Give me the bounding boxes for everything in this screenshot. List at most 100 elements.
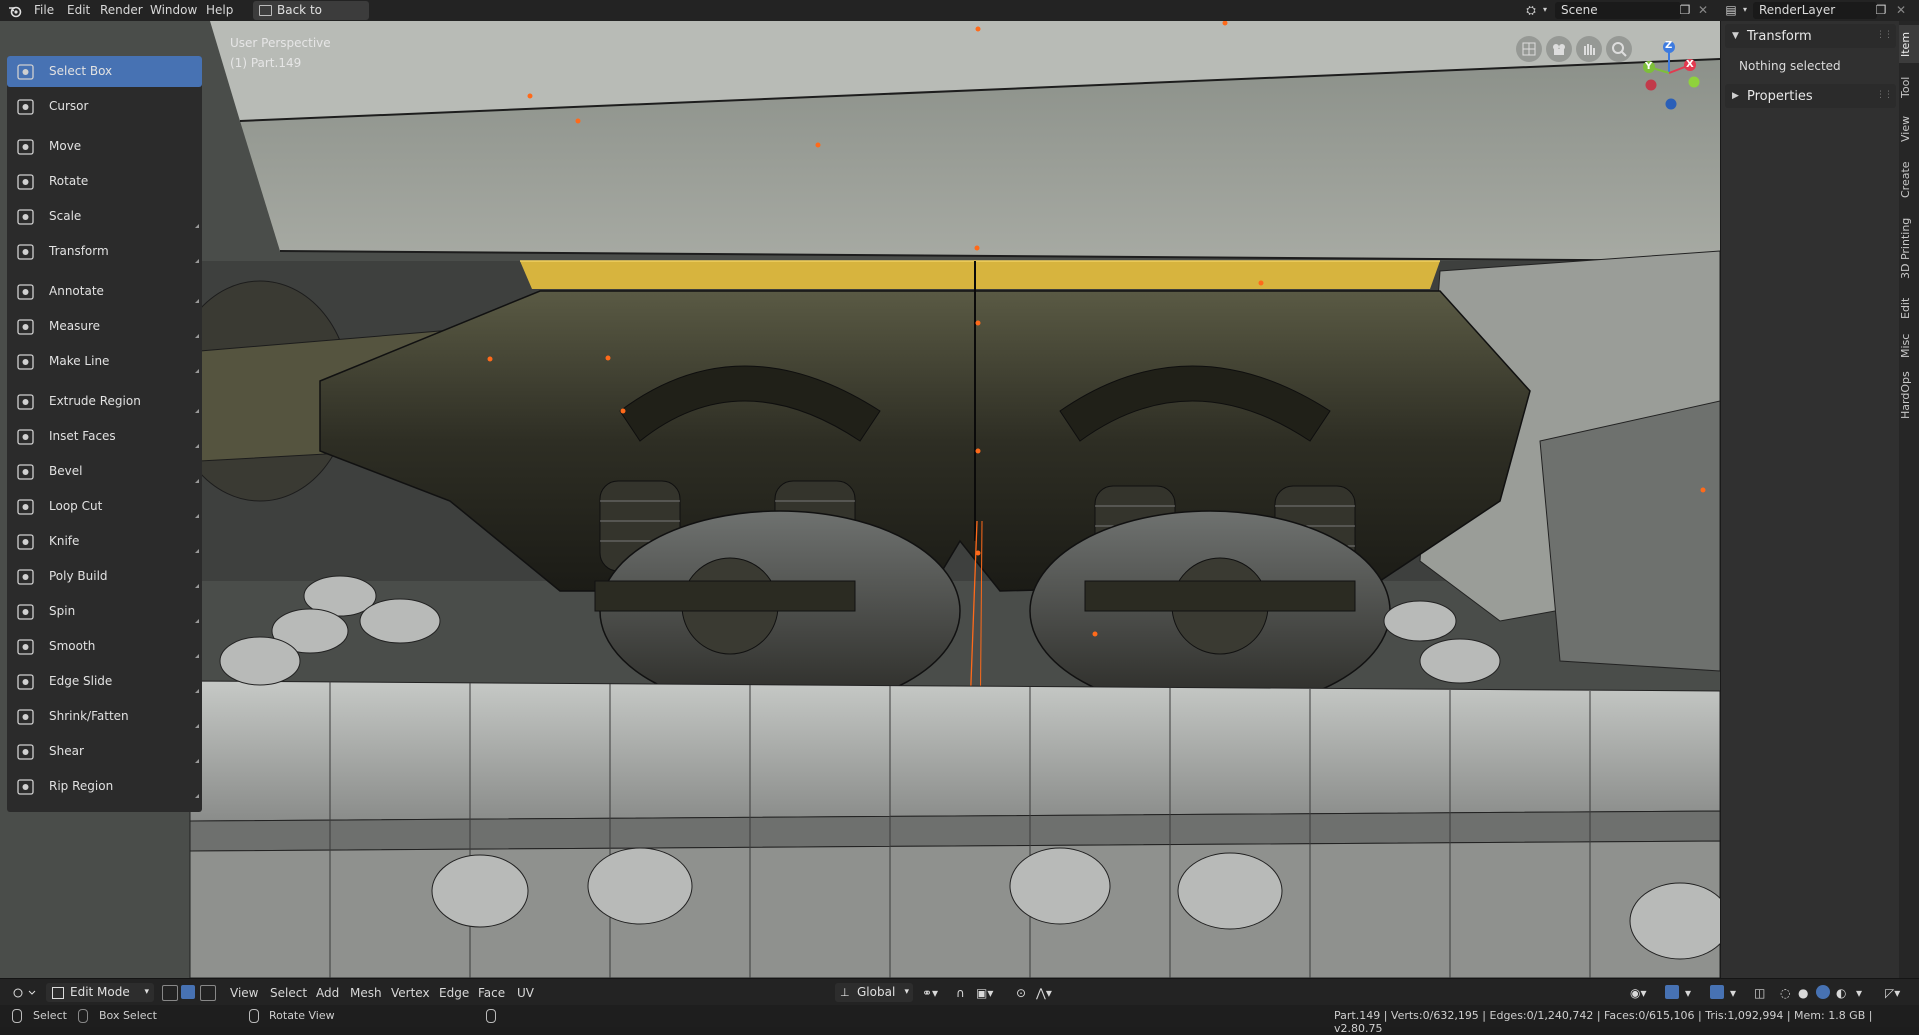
tool-variants-indicator-icon[interactable] <box>195 724 199 728</box>
material-preview-shading-button[interactable] <box>1816 985 1830 999</box>
tool-inset-faces[interactable]: Inset Faces <box>7 421 202 452</box>
blender-logo-icon[interactable] <box>8 4 22 18</box>
tool-variants-indicator-icon[interactable] <box>195 334 199 338</box>
toggle-grid-view-button[interactable] <box>1516 36 1542 62</box>
tool-variants-indicator-icon[interactable] <box>195 514 199 518</box>
menu-help[interactable]: Help <box>206 3 233 17</box>
tool-loop-cut[interactable]: Loop Cut <box>7 491 202 522</box>
tab-item[interactable]: Item <box>1899 25 1919 63</box>
solid-shading-icon[interactable]: ● <box>1798 986 1808 1000</box>
transform-orientation-selector[interactable]: ⊥ Global ▾ <box>835 983 913 1002</box>
proportional-editing-icon[interactable]: ⊙ <box>1016 986 1026 1000</box>
tool-scale[interactable]: Scale <box>7 201 202 232</box>
back-to-previous-button[interactable]: Back to Previous <box>253 1 369 36</box>
tool-annotate[interactable]: Annotate <box>7 276 202 307</box>
transform-panel-header[interactable]: ▼ Transform ⋮⋮ <box>1725 24 1896 48</box>
wireframe-shading-icon[interactable]: ◌ <box>1780 986 1790 1000</box>
tool-select-box[interactable]: Select Box <box>7 56 202 87</box>
tool-smooth[interactable]: Smooth <box>7 631 202 662</box>
tool-variants-indicator-icon[interactable] <box>195 549 199 553</box>
menu-select[interactable]: Select <box>270 986 307 1000</box>
tool-spin[interactable]: Spin <box>7 596 202 627</box>
tab-edit[interactable]: Edit <box>1899 291 1919 325</box>
editor-type-selector[interactable] <box>8 983 38 1002</box>
shading-dropdown-icon[interactable]: ▾ <box>1856 986 1862 1000</box>
tool-variants-indicator-icon[interactable] <box>195 794 199 798</box>
menu-uv[interactable]: UV <box>517 986 534 1000</box>
menu-window[interactable]: Window <box>150 3 197 17</box>
tool-make-line[interactable]: Make Line <box>7 346 202 377</box>
delete-render-layer-icon[interactable]: ✕ <box>1894 3 1908 17</box>
tool-variants-indicator-icon[interactable] <box>195 299 199 303</box>
tool-variants-indicator-icon[interactable] <box>195 369 199 373</box>
snap-target-icon[interactable]: ▣▾ <box>976 986 993 1000</box>
new-render-layer-icon[interactable]: ❐ <box>1874 3 1888 17</box>
gizmo-dropdown-icon[interactable]: ▾ <box>1685 986 1691 1000</box>
menu-view[interactable]: View <box>230 986 258 1000</box>
pivot-point-icon[interactable]: ⚭▾ <box>922 986 938 1000</box>
vertex-select-mode-button[interactable] <box>162 985 178 1001</box>
panel-drag-grip-icon[interactable]: ⋮⋮ <box>1876 30 1893 40</box>
falloff-curve-icon[interactable]: ⋀▾ <box>1036 986 1052 1000</box>
mode-selector[interactable]: Edit Mode ▾ <box>46 983 154 1002</box>
tab-tool[interactable]: Tool <box>1899 69 1919 105</box>
tool-rotate[interactable]: Rotate <box>7 166 202 197</box>
new-scene-icon[interactable]: ❐ <box>1678 3 1692 17</box>
menu-file[interactable]: File <box>34 3 54 17</box>
scene-field[interactable]: Scene <box>1555 2 1681 19</box>
editor-split-icon[interactable]: ◸▾ <box>1885 986 1900 1000</box>
tool-variants-indicator-icon[interactable] <box>195 759 199 763</box>
show-gizmo-button[interactable] <box>1665 985 1679 999</box>
tool-transform[interactable]: Transform <box>7 236 202 267</box>
menu-add[interactable]: Add <box>316 986 339 1000</box>
rendered-shading-icon[interactable]: ◐ <box>1836 986 1846 1000</box>
tool-cursor[interactable]: Cursor <box>7 91 202 122</box>
3d-viewport[interactable]: User Perspective (1) Part.149 Z X Y Sele… <box>0 21 1720 978</box>
menu-face[interactable]: Face <box>478 986 505 1000</box>
tool-edge-slide[interactable]: Edge Slide <box>7 666 202 697</box>
tool-variants-indicator-icon[interactable] <box>195 654 199 658</box>
visibility-eye-icon[interactable]: ◉▾ <box>1630 986 1647 1000</box>
tool-poly-build[interactable]: Poly Build <box>7 561 202 592</box>
tool-variants-indicator-icon[interactable] <box>195 584 199 588</box>
tool-variants-indicator-icon[interactable] <box>195 619 199 623</box>
render-layer-dropdown-icon[interactable]: ▾ <box>1738 3 1752 17</box>
menu-mesh[interactable]: Mesh <box>350 986 382 1000</box>
tab-misc[interactable]: Misc <box>1899 329 1919 363</box>
delete-scene-icon[interactable]: ✕ <box>1696 3 1710 17</box>
tool-variants-indicator-icon[interactable] <box>195 689 199 693</box>
navigation-gizmo[interactable]: Z X Y <box>1628 33 1708 133</box>
tool-variants-indicator-icon[interactable] <box>195 479 199 483</box>
tab-hardops[interactable]: HardOps <box>1899 367 1919 423</box>
show-overlays-button[interactable] <box>1710 985 1724 999</box>
tool-rip-region[interactable]: Rip Region <box>7 771 202 802</box>
tool-variants-indicator-icon[interactable] <box>195 409 199 413</box>
tab-view[interactable]: View <box>1899 109 1919 149</box>
tool-move[interactable]: Move <box>7 131 202 162</box>
tool-bevel[interactable]: Bevel <box>7 456 202 487</box>
tab-create[interactable]: Create <box>1899 154 1919 206</box>
menu-render[interactable]: Render <box>100 3 143 17</box>
tool-knife[interactable]: Knife <box>7 526 202 557</box>
render-layer-field[interactable]: RenderLayer <box>1753 2 1877 19</box>
panel-drag-grip-icon[interactable]: ⋮⋮ <box>1876 90 1893 100</box>
menu-edge[interactable]: Edge <box>439 986 469 1000</box>
camera-view-button[interactable] <box>1546 36 1572 62</box>
overlays-dropdown-icon[interactable]: ▾ <box>1730 986 1736 1000</box>
tool-variants-indicator-icon[interactable] <box>195 259 199 263</box>
tool-variants-indicator-icon[interactable] <box>195 224 199 228</box>
snap-magnet-icon[interactable]: ∩ <box>956 986 965 1000</box>
tool-shrink-fatten[interactable]: Shrink/Fatten <box>7 701 202 732</box>
tool-shear[interactable]: Shear <box>7 736 202 767</box>
pan-hand-icon[interactable] <box>1576 36 1602 62</box>
xray-toggle-icon[interactable]: ◫ <box>1754 986 1765 1000</box>
menu-edit[interactable]: Edit <box>67 3 90 17</box>
tool-extrude-region[interactable]: Extrude Region <box>7 386 202 417</box>
face-select-mode-button[interactable] <box>200 985 216 1001</box>
edge-select-mode-button[interactable] <box>181 985 195 999</box>
tool-variants-indicator-icon[interactable] <box>195 444 199 448</box>
render-layer-icon[interactable]: ▤ <box>1724 3 1738 17</box>
properties-panel-header[interactable]: ▶ Properties ⋮⋮ <box>1725 84 1896 108</box>
tool-measure[interactable]: Measure <box>7 311 202 342</box>
scene-icon[interactable]: ⛭ <box>1524 3 1538 17</box>
